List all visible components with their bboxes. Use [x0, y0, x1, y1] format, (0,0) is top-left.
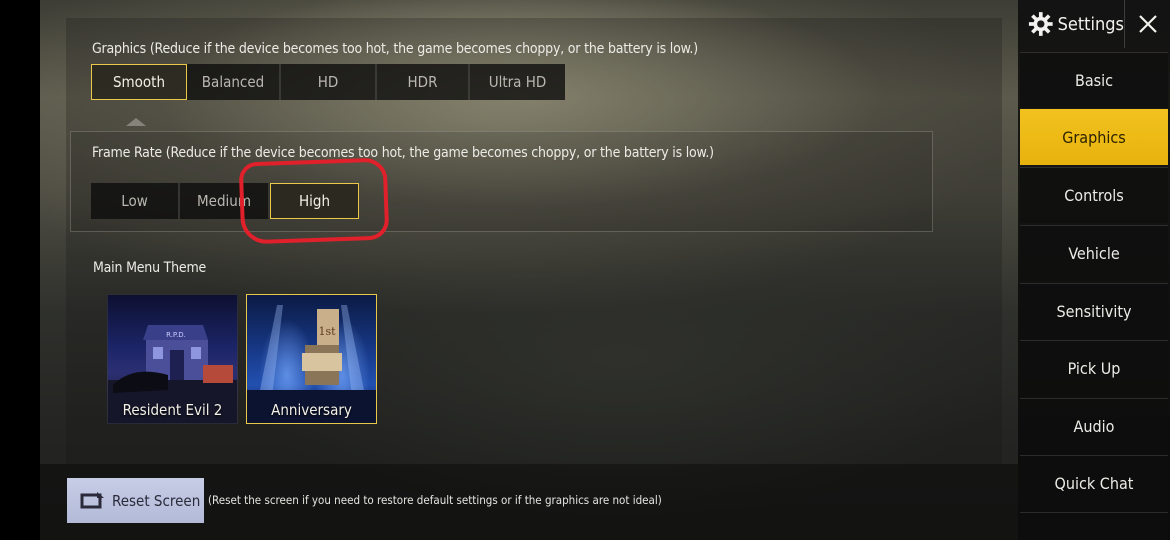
graphics-options: Smooth Balanced HD HDR Ultra HD: [91, 64, 565, 100]
settings-title: Settings: [1057, 13, 1124, 35]
frame-rate-option-low[interactable]: Low: [91, 183, 180, 219]
svg-text:1st: 1st: [318, 325, 336, 338]
graphics-option-smooth[interactable]: Smooth: [91, 64, 187, 100]
sidebar-item-sensitivity[interactable]: Sensitivity: [1020, 283, 1168, 339]
pointer-indicator: [126, 118, 146, 126]
graphics-option-hdr[interactable]: HDR: [377, 64, 470, 100]
sidebar-item-basic[interactable]: Basic: [1020, 52, 1168, 108]
theme-card-anniversary[interactable]: 1st Anniversary: [246, 294, 377, 424]
theme-card-resident-evil-2[interactable]: R.P.D. Resident Evil 2: [107, 294, 238, 424]
screen-edge: [0, 0, 40, 540]
graphics-title: Graphics (Reduce if the device becomes t…: [92, 41, 698, 57]
theme-title: Main Menu Theme: [93, 260, 207, 276]
sidebar-item-audio[interactable]: Audio: [1020, 398, 1168, 454]
sidebar-item-vehicle[interactable]: Vehicle: [1020, 225, 1168, 281]
graphics-option-hd[interactable]: HD: [281, 64, 377, 100]
settings-header: Settings: [1018, 0, 1124, 48]
red-annotation-circle: [238, 157, 390, 245]
gear-icon: [1028, 12, 1053, 36]
sidebar-item-quick-chat[interactable]: Quick Chat: [1020, 455, 1168, 511]
reset-screen-button[interactable]: Reset Screen: [67, 478, 204, 523]
theme-card-label: Resident Evil 2: [122, 401, 223, 419]
graphics-option-ultra-hd[interactable]: Ultra HD: [470, 64, 565, 100]
reset-screen-label: Reset Screen: [112, 491, 201, 510]
graphics-option-balanced[interactable]: Balanced: [187, 64, 281, 100]
close-button[interactable]: [1124, 0, 1170, 48]
reset-note: (Reset the screen if you need to restore…: [208, 493, 662, 507]
sidebar-item-controls[interactable]: Controls: [1020, 167, 1168, 223]
reset-screen-icon: [80, 491, 104, 508]
sidebar-item-pick-up[interactable]: Pick Up: [1020, 340, 1168, 396]
sidebar-item-graphics[interactable]: Graphics: [1020, 109, 1168, 165]
close-icon: [1138, 15, 1157, 33]
theme-card-label: Anniversary: [271, 401, 352, 419]
svg-text:R.P.D.: R.P.D.: [166, 331, 186, 339]
sidebar-item-partial[interactable]: [1020, 512, 1168, 540]
frame-rate-title: Frame Rate (Reduce if the device becomes…: [92, 145, 714, 161]
